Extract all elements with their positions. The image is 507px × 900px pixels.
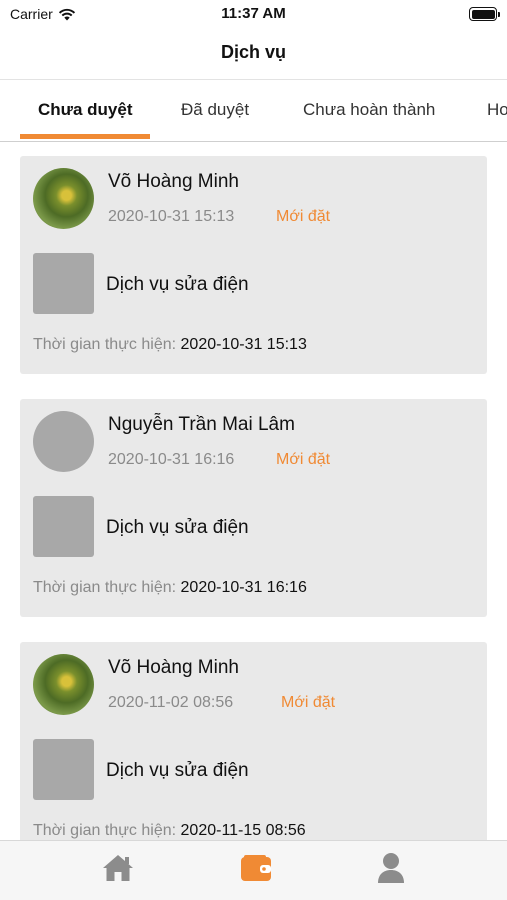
status-time: 11:37 AM: [221, 5, 286, 22]
tab-bar: Chưa duyệt Đã duyệt Chưa hoàn thành Ho: [0, 80, 507, 142]
service-name: Dịch vụ sửa điện: [106, 517, 249, 538]
execution-time: Thời gian thực hiện: 2020-11-15 08:56: [33, 822, 306, 840]
status-badge: Mới đặt: [276, 208, 331, 225]
order-card[interactable]: Nguyễn Trần Mai Lâm 2020-10-31 16:16 Mới…: [20, 399, 487, 617]
tab-da-duyet[interactable]: Đã duyệt: [181, 100, 249, 120]
wallet-icon: [241, 855, 271, 881]
service-name: Dịch vụ sửa điện: [106, 274, 249, 295]
order-date: 2020-10-31 16:16: [108, 451, 235, 468]
service-name: Dịch vụ sửa điện: [106, 760, 249, 781]
battery-icon: [469, 7, 500, 21]
customer-name: Nguyễn Trần Mai Lâm: [108, 414, 295, 435]
avatar: [33, 411, 94, 472]
user-icon: [378, 853, 404, 883]
avatar: [33, 168, 94, 229]
tab-chua-hoan-thanh[interactable]: Chưa hoàn thành: [303, 100, 435, 120]
service-thumbnail: [33, 739, 94, 800]
tab-home[interactable]: [100, 851, 136, 885]
status-bar: Carrier 11:37 AM: [0, 0, 507, 30]
tab-profile[interactable]: [373, 851, 409, 885]
customer-name: Võ Hoàng Minh: [108, 171, 239, 192]
bottom-tab-bar: [0, 840, 507, 900]
execution-time: Thời gian thực hiện: 2020-10-31 15:13: [33, 336, 307, 354]
status-badge: Mới đặt: [276, 451, 331, 468]
execution-time-value: 2020-11-15 08:56: [180, 822, 306, 839]
service-thumbnail: [33, 253, 94, 314]
tab-hoan-thanh[interactable]: Ho: [487, 100, 507, 120]
status-badge: Mới đặt: [281, 694, 336, 711]
order-date: 2020-10-31 15:13: [108, 208, 235, 225]
order-card[interactable]: Võ Hoàng Minh 2020-11-02 08:56 Mới đặt D…: [20, 642, 487, 840]
execution-time-label: Thời gian thực hiện:: [33, 579, 177, 596]
execution-time: Thời gian thực hiện: 2020-10-31 16:16: [33, 579, 307, 597]
tab-wallet[interactable]: [238, 851, 274, 885]
page-title: Dịch vụ: [220, 42, 286, 62]
execution-time-value: 2020-10-31 16:16: [180, 579, 307, 596]
execution-time-value: 2020-10-31 15:13: [180, 336, 307, 353]
order-card[interactable]: Võ Hoàng Minh 2020-10-31 15:13 Mới đặt D…: [20, 156, 487, 374]
order-date: 2020-11-02 08:56: [108, 694, 234, 711]
execution-time-label: Thời gian thực hiện:: [33, 822, 177, 839]
avatar: [33, 654, 94, 715]
customer-name: Võ Hoàng Minh: [108, 657, 239, 678]
home-icon: [103, 855, 133, 881]
service-thumbnail: [33, 496, 94, 557]
execution-time-label: Thời gian thực hiện:: [33, 336, 177, 353]
order-list[interactable]: Võ Hoàng Minh 2020-10-31 15:13 Mới đặt D…: [0, 142, 507, 840]
tab-chua-duyet[interactable]: Chưa duyệt: [38, 100, 133, 120]
active-tab-indicator: [20, 134, 150, 139]
